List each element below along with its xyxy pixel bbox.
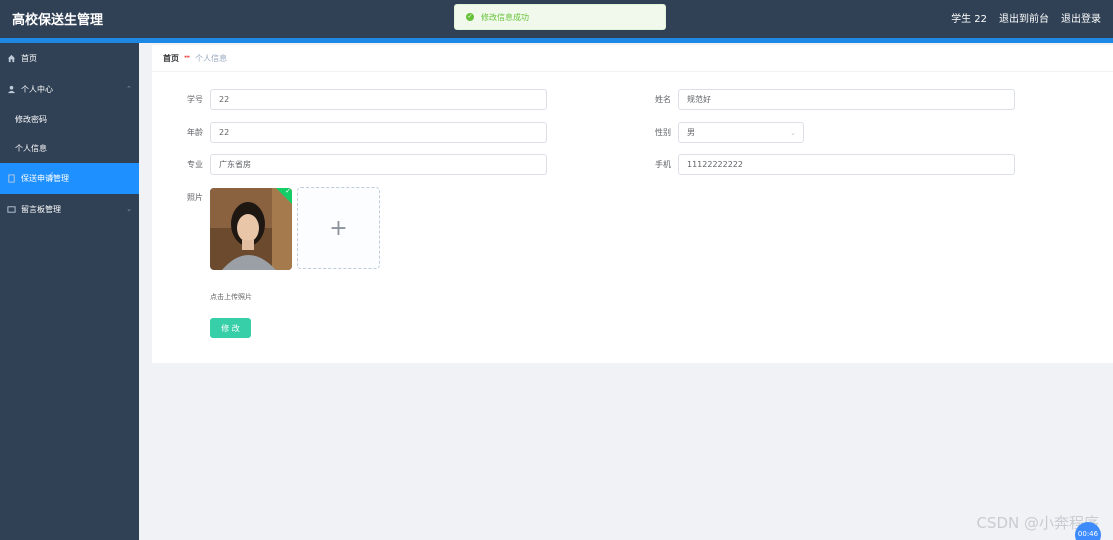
breadcrumb-current: 个人信息 — [195, 53, 228, 63]
name-label: 姓名 — [655, 95, 671, 104]
sidebar-item-personal-info[interactable]: 个人信息 — [0, 134, 139, 163]
sidebar-item-label: 首页 — [21, 54, 37, 63]
submit-button[interactable]: 修 改 — [210, 318, 251, 338]
home-icon — [7, 54, 16, 63]
sidebar-item-personal-center[interactable]: 个人中心 ⌃ — [0, 74, 139, 105]
student-id-field[interactable]: 22 — [210, 89, 547, 110]
sidebar-item-message-board[interactable]: 留言板管理 ⌄ — [0, 194, 139, 225]
pointer-cursor-icon: ☝ — [47, 170, 54, 183]
user-icon — [7, 85, 16, 94]
age-field[interactable]: 22 — [210, 122, 547, 143]
name-field[interactable]: 规范好 — [678, 89, 1015, 110]
phone-label: 手机 — [655, 160, 671, 169]
chevron-down-icon: ⌄ — [126, 205, 132, 213]
sidebar-item-label: 保送申请管理 — [21, 174, 69, 183]
phone-field[interactable]: 11122222222 — [678, 154, 1015, 175]
chevron-down-icon: ⌄ — [790, 129, 796, 137]
gender-value: 男 — [687, 128, 695, 137]
header-actions: 学生 22 退出到前台 退出登录 — [951, 10, 1101, 25]
sidebar-item-home[interactable]: 首页 — [0, 43, 139, 74]
breadcrumb: 首页 ⵈ 个人信息 — [152, 45, 1113, 71]
student-id-label: 学号 — [187, 95, 203, 104]
breadcrumb-separator-icon: ⵈ — [184, 53, 191, 63]
gender-label: 性别 — [655, 128, 671, 137]
sidebar-item-label: 个人中心 — [21, 85, 53, 94]
check-icon: ✓ — [285, 188, 291, 195]
profile-form: 学号 22 姓名 规范好 年龄 22 性别 男 ⌄ 专业 广东省房 手机 111… — [152, 72, 1113, 363]
gender-select[interactable]: 男 ⌄ — [678, 122, 804, 143]
breadcrumb-home[interactable]: 首页 — [163, 53, 179, 64]
success-check-icon: ✓ — [466, 13, 474, 21]
toast-message: 修改信息成功 — [481, 12, 529, 22]
uploaded-photo[interactable]: ✓ — [210, 188, 292, 270]
major-label: 专业 — [187, 160, 203, 169]
sidebar-item-label: 留言板管理 — [21, 205, 61, 214]
accent-bar — [0, 38, 1113, 43]
upload-hint: 点击上传照片 — [210, 293, 252, 301]
document-icon — [7, 174, 16, 183]
plus-icon: + — [329, 215, 348, 241]
sidebar-item-label: 修改密码 — [15, 115, 47, 124]
back-to-front-link[interactable]: 退出到前台 — [999, 10, 1049, 25]
logout-link[interactable]: 退出登录 — [1061, 10, 1101, 25]
major-field[interactable]: 广东省房 — [210, 154, 547, 175]
success-toast: ✓ 修改信息成功 — [454, 4, 666, 30]
user-label: 学生 22 — [951, 14, 987, 25]
age-label: 年龄 — [187, 128, 203, 137]
main-content: 首页 ⵈ 个人信息 学号 22 姓名 规范好 年龄 22 性别 男 ⌄ 专业 广… — [152, 45, 1113, 363]
app-title: 高校保送生管理 — [12, 13, 104, 28]
photo-upload-button[interactable]: + — [297, 187, 380, 269]
photo-label: 照片 — [187, 193, 203, 202]
sidebar-item-change-password[interactable]: 修改密码 — [0, 105, 139, 134]
message-icon — [7, 205, 16, 214]
chevron-up-icon: ⌃ — [126, 85, 132, 93]
sidebar-item-recommendation[interactable]: 保送申请管理 — [0, 163, 139, 194]
sidebar-item-label: 个人信息 — [15, 144, 47, 153]
sidebar: 首页 个人中心 ⌃ 修改密码 个人信息 保送申请管理 留言板管理 ⌄ — [0, 43, 139, 540]
